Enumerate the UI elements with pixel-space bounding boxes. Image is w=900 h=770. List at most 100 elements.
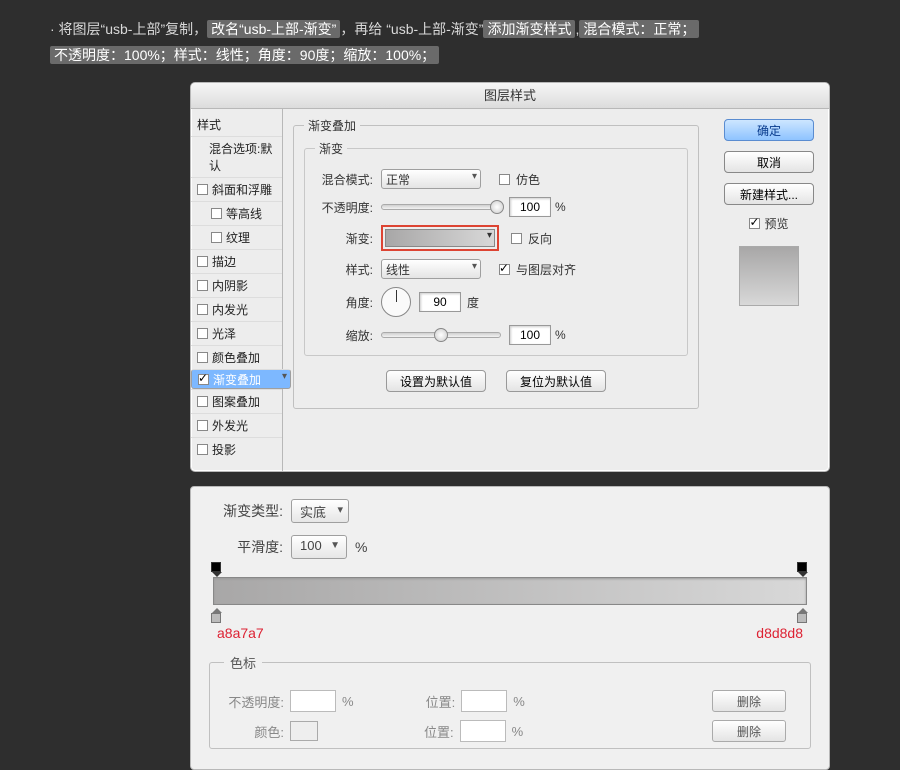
- sidebar-checkbox-4[interactable]: [197, 280, 208, 291]
- sidebar-checkbox-10[interactable]: [197, 420, 208, 431]
- main-panel: 渐变叠加 渐变 混合模式: 正常 仿色 不透明度:: [283, 109, 709, 471]
- angle-input[interactable]: [419, 292, 461, 312]
- ok-button[interactable]: 确定: [724, 119, 814, 141]
- smoothness-label: 平滑度:: [209, 537, 283, 557]
- layer-style-dialog: 图层样式 样式 混合选项:默认 斜面和浮雕等高线纹理描边内阴影内发光光泽颜色叠加…: [190, 82, 830, 472]
- stop-opacity-input[interactable]: [290, 690, 336, 712]
- align-label: 与图层对齐: [516, 261, 576, 278]
- preview-label: 预览: [764, 215, 788, 232]
- opacity-stop-left[interactable]: [211, 562, 223, 576]
- set-default-button[interactable]: 设置为默认值: [386, 370, 486, 392]
- sidebar-checkbox-3[interactable]: [197, 256, 208, 267]
- sidebar-item-4[interactable]: 内阴影: [191, 273, 282, 297]
- stop-position-label-2: 位置:: [424, 722, 454, 741]
- delete-opacity-stop-button[interactable]: 删除: [712, 690, 786, 712]
- sidebar-item-8[interactable]: 渐变叠加: [191, 369, 291, 389]
- dither-checkbox[interactable]: [499, 174, 510, 185]
- scale-label: 缩放:: [315, 327, 373, 344]
- instruction-text: · 将图层“usb-上部”复制，改名“usb-上部-渐变”，再给 “usb-上部…: [50, 16, 860, 68]
- angle-unit: 度: [467, 294, 479, 311]
- sidebar-header: 样式: [191, 113, 282, 136]
- sidebar-checkbox-5[interactable]: [197, 304, 208, 315]
- sidebar-checkbox-0[interactable]: [197, 184, 208, 195]
- sidebar-item-label: 外发光: [212, 417, 248, 434]
- gradient-type-select[interactable]: 实底: [291, 499, 349, 523]
- blend-mode-select[interactable]: 正常: [381, 169, 481, 189]
- new-style-button[interactable]: 新建样式...: [724, 183, 814, 205]
- preview-box: [739, 246, 799, 306]
- angle-knob[interactable]: [381, 287, 411, 317]
- dither-label: 仿色: [516, 171, 540, 188]
- opacity-label: 不透明度:: [315, 199, 373, 216]
- gradient-highlight: [381, 225, 499, 251]
- sidebar-item-label: 颜色叠加: [212, 349, 260, 366]
- stop-opacity-label: 不透明度:: [224, 692, 284, 711]
- sidebar-item-0[interactable]: 斜面和浮雕: [191, 177, 282, 201]
- sidebar-item-label: 斜面和浮雕: [212, 181, 272, 198]
- sidebar-item-label: 等高线: [226, 205, 262, 222]
- sidebar-blend-options[interactable]: 混合选项:默认: [191, 136, 282, 177]
- reset-default-button[interactable]: 复位为默认值: [506, 370, 606, 392]
- dialog-title: 图层样式: [191, 83, 829, 109]
- color-stop-right[interactable]: [797, 608, 809, 622]
- right-column: 确定 取消 新建样式... 预览: [709, 109, 829, 471]
- style-label: 样式:: [315, 261, 373, 278]
- reverse-checkbox[interactable]: [511, 233, 522, 244]
- scale-slider[interactable]: [381, 332, 501, 338]
- sidebar-checkbox-1[interactable]: [211, 208, 222, 219]
- sidebar-checkbox-6[interactable]: [197, 328, 208, 339]
- gradient-picker[interactable]: [385, 229, 495, 247]
- color-right-value: d8d8d8: [756, 625, 803, 641]
- sidebar-checkbox-2[interactable]: [211, 232, 222, 243]
- styles-sidebar: 样式 混合选项:默认 斜面和浮雕等高线纹理描边内阴影内发光光泽颜色叠加渐变叠加图…: [191, 109, 283, 471]
- cancel-button[interactable]: 取消: [724, 151, 814, 173]
- stop-position-label-1: 位置:: [426, 692, 456, 711]
- blend-mode-label: 混合模式:: [315, 171, 373, 188]
- sidebar-item-label: 图案叠加: [212, 393, 260, 410]
- color-left-value: a8a7a7: [217, 625, 264, 641]
- sidebar-item-9[interactable]: 图案叠加: [191, 389, 282, 413]
- align-checkbox[interactable]: [499, 264, 510, 275]
- smoothness-input[interactable]: 100: [291, 535, 347, 559]
- sidebar-checkbox-11[interactable]: [197, 444, 208, 455]
- opacity-slider[interactable]: [381, 204, 501, 210]
- stop-position-input-2[interactable]: [460, 720, 506, 742]
- scale-input[interactable]: [509, 325, 551, 345]
- sidebar-item-6[interactable]: 光泽: [191, 321, 282, 345]
- sidebar-item-label: 内发光: [212, 301, 248, 318]
- stop-color-swatch[interactable]: [290, 721, 318, 741]
- sidebar-item-label: 纹理: [226, 229, 250, 246]
- sidebar-checkbox-9[interactable]: [197, 396, 208, 407]
- gradient-editor-dialog: 渐变类型: 实底 平滑度: 100 % a8a7a7 d8d8d8 色标 不透明…: [190, 486, 830, 770]
- preview-checkbox[interactable]: [749, 218, 760, 229]
- sidebar-item-label: 光泽: [212, 325, 236, 342]
- sidebar-item-3[interactable]: 描边: [191, 249, 282, 273]
- sidebar-item-label: 渐变叠加: [213, 371, 261, 388]
- inner-legend: 渐变: [315, 140, 347, 157]
- sidebar-item-10[interactable]: 外发光: [191, 413, 282, 437]
- style-select[interactable]: 线性: [381, 259, 481, 279]
- sidebar-item-5[interactable]: 内发光: [191, 297, 282, 321]
- gradient-type-label: 渐变类型:: [209, 501, 283, 521]
- opacity-stop-right[interactable]: [797, 562, 809, 576]
- color-stops-legend: 色标: [224, 653, 262, 672]
- angle-label: 角度:: [315, 294, 373, 311]
- reverse-label: 反向: [528, 230, 552, 247]
- gradient-ramp-area: [213, 577, 807, 605]
- sidebar-item-2[interactable]: 纹理: [191, 225, 282, 249]
- sidebar-checkbox-7[interactable]: [197, 352, 208, 363]
- gradient-label: 渐变:: [315, 230, 373, 247]
- sidebar-item-1[interactable]: 等高线: [191, 201, 282, 225]
- sidebar-checkbox-8[interactable]: [198, 374, 209, 385]
- color-stop-left[interactable]: [211, 608, 223, 622]
- stop-color-label: 颜色:: [224, 722, 284, 741]
- opacity-input[interactable]: [509, 197, 551, 217]
- delete-color-stop-button[interactable]: 删除: [712, 720, 786, 742]
- sidebar-item-label: 描边: [212, 253, 236, 270]
- sidebar-item-7[interactable]: 颜色叠加: [191, 345, 282, 369]
- sidebar-item-11[interactable]: 投影: [191, 437, 282, 461]
- sidebar-item-label: 内阴影: [212, 277, 248, 294]
- group-legend: 渐变叠加: [304, 117, 360, 134]
- gradient-ramp[interactable]: [213, 577, 807, 605]
- stop-position-input-1[interactable]: [461, 690, 507, 712]
